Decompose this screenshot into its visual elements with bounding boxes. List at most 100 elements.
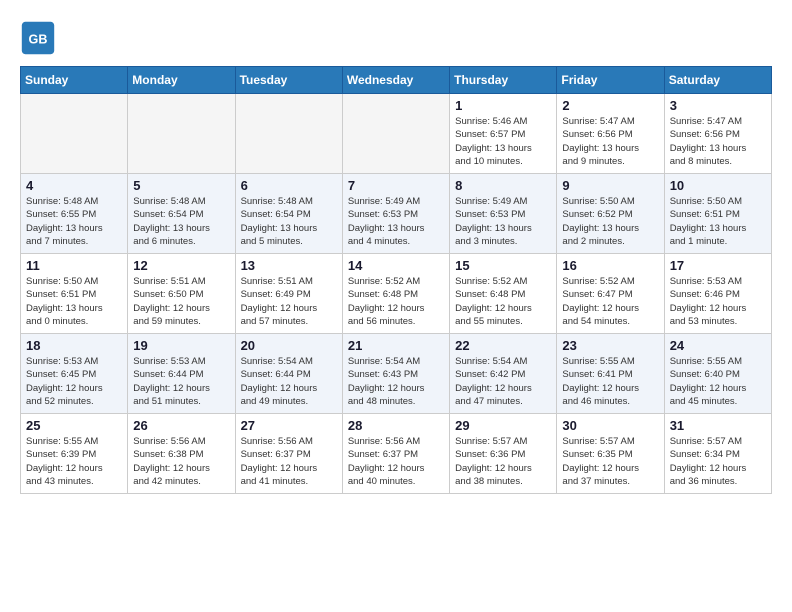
day-number: 25	[26, 418, 122, 433]
day-number: 4	[26, 178, 122, 193]
day-number: 6	[241, 178, 337, 193]
day-number: 12	[133, 258, 229, 273]
day-number: 14	[348, 258, 444, 273]
day-number: 8	[455, 178, 551, 193]
day-info: Sunrise: 5:57 AM Sunset: 6:35 PM Dayligh…	[562, 435, 658, 488]
calendar-week-row: 11 Sunrise: 5:50 AM Sunset: 6:51 PM Dayli…	[21, 254, 772, 334]
day-number: 26	[133, 418, 229, 433]
calendar-cell: 31 Sunrise: 5:57 AM Sunset: 6:34 PM Dayli…	[664, 414, 771, 494]
day-number: 24	[670, 338, 766, 353]
calendar-cell: 24 Sunrise: 5:55 AM Sunset: 6:40 PM Dayli…	[664, 334, 771, 414]
calendar-week-row: 1 Sunrise: 5:46 AM Sunset: 6:57 PM Daylig…	[21, 94, 772, 174]
day-info: Sunrise: 5:50 AM Sunset: 6:52 PM Dayligh…	[562, 195, 658, 248]
page-header: GB	[20, 20, 772, 56]
day-info: Sunrise: 5:50 AM Sunset: 6:51 PM Dayligh…	[670, 195, 766, 248]
calendar-cell: 14 Sunrise: 5:52 AM Sunset: 6:48 PM Dayli…	[342, 254, 449, 334]
day-number: 28	[348, 418, 444, 433]
day-info: Sunrise: 5:52 AM Sunset: 6:48 PM Dayligh…	[348, 275, 444, 328]
day-number: 1	[455, 98, 551, 113]
weekday-header-thursday: Thursday	[450, 67, 557, 94]
calendar-cell: 12 Sunrise: 5:51 AM Sunset: 6:50 PM Dayli…	[128, 254, 235, 334]
day-number: 30	[562, 418, 658, 433]
weekday-header-wednesday: Wednesday	[342, 67, 449, 94]
day-info: Sunrise: 5:46 AM Sunset: 6:57 PM Dayligh…	[455, 115, 551, 168]
calendar-cell: 6 Sunrise: 5:48 AM Sunset: 6:54 PM Daylig…	[235, 174, 342, 254]
day-info: Sunrise: 5:54 AM Sunset: 6:43 PM Dayligh…	[348, 355, 444, 408]
logo-icon: GB	[20, 20, 56, 56]
day-number: 2	[562, 98, 658, 113]
calendar-cell: 27 Sunrise: 5:56 AM Sunset: 6:37 PM Dayli…	[235, 414, 342, 494]
day-number: 27	[241, 418, 337, 433]
day-number: 15	[455, 258, 551, 273]
calendar-cell: 10Sunrise: 5:50 AM Sunset: 6:51 PM Dayli…	[664, 174, 771, 254]
calendar-cell: 20 Sunrise: 5:54 AM Sunset: 6:44 PM Dayli…	[235, 334, 342, 414]
day-info: Sunrise: 5:48 AM Sunset: 6:55 PM Dayligh…	[26, 195, 122, 248]
day-number: 16	[562, 258, 658, 273]
day-info: Sunrise: 5:56 AM Sunset: 6:37 PM Dayligh…	[241, 435, 337, 488]
day-number: 31	[670, 418, 766, 433]
day-number: 19	[133, 338, 229, 353]
day-info: Sunrise: 5:51 AM Sunset: 6:49 PM Dayligh…	[241, 275, 337, 328]
day-info: Sunrise: 5:47 AM Sunset: 6:56 PM Dayligh…	[670, 115, 766, 168]
day-info: Sunrise: 5:49 AM Sunset: 6:53 PM Dayligh…	[455, 195, 551, 248]
weekday-header-monday: Monday	[128, 67, 235, 94]
calendar-cell: 17 Sunrise: 5:53 AM Sunset: 6:46 PM Dayli…	[664, 254, 771, 334]
day-info: Sunrise: 5:53 AM Sunset: 6:46 PM Dayligh…	[670, 275, 766, 328]
calendar-cell	[235, 94, 342, 174]
day-number: 11	[26, 258, 122, 273]
calendar-cell: 23Sunrise: 5:55 AM Sunset: 6:41 PM Dayli…	[557, 334, 664, 414]
day-info: Sunrise: 5:56 AM Sunset: 6:38 PM Dayligh…	[133, 435, 229, 488]
day-info: Sunrise: 5:49 AM Sunset: 6:53 PM Dayligh…	[348, 195, 444, 248]
calendar-cell: 9Sunrise: 5:50 AM Sunset: 6:52 PM Daylig…	[557, 174, 664, 254]
day-info: Sunrise: 5:57 AM Sunset: 6:34 PM Dayligh…	[670, 435, 766, 488]
day-info: Sunrise: 5:56 AM Sunset: 6:37 PM Dayligh…	[348, 435, 444, 488]
calendar-cell: 7Sunrise: 5:49 AM Sunset: 6:53 PM Daylig…	[342, 174, 449, 254]
calendar-cell: 5 Sunrise: 5:48 AM Sunset: 6:54 PM Daylig…	[128, 174, 235, 254]
calendar-week-row: 25 Sunrise: 5:55 AM Sunset: 6:39 PM Dayli…	[21, 414, 772, 494]
calendar-cell: 22 Sunrise: 5:54 AM Sunset: 6:42 PM Dayli…	[450, 334, 557, 414]
day-number: 20	[241, 338, 337, 353]
calendar-cell: 28 Sunrise: 5:56 AM Sunset: 6:37 PM Dayli…	[342, 414, 449, 494]
calendar-header-row: SundayMondayTuesdayWednesdayThursdayFrid…	[21, 67, 772, 94]
calendar-cell: 3 Sunrise: 5:47 AM Sunset: 6:56 PM Daylig…	[664, 94, 771, 174]
svg-text:GB: GB	[29, 32, 48, 46]
day-info: Sunrise: 5:52 AM Sunset: 6:47 PM Dayligh…	[562, 275, 658, 328]
day-number: 5	[133, 178, 229, 193]
calendar-cell: 8 Sunrise: 5:49 AM Sunset: 6:53 PM Daylig…	[450, 174, 557, 254]
calendar-cell	[21, 94, 128, 174]
day-info: Sunrise: 5:57 AM Sunset: 6:36 PM Dayligh…	[455, 435, 551, 488]
day-info: Sunrise: 5:51 AM Sunset: 6:50 PM Dayligh…	[133, 275, 229, 328]
day-number: 29	[455, 418, 551, 433]
day-info: Sunrise: 5:54 AM Sunset: 6:42 PM Dayligh…	[455, 355, 551, 408]
calendar-cell: 16 Sunrise: 5:52 AM Sunset: 6:47 PM Dayli…	[557, 254, 664, 334]
day-info: Sunrise: 5:48 AM Sunset: 6:54 PM Dayligh…	[241, 195, 337, 248]
calendar-cell: 18Sunrise: 5:53 AM Sunset: 6:45 PM Dayli…	[21, 334, 128, 414]
day-info: Sunrise: 5:53 AM Sunset: 6:44 PM Dayligh…	[133, 355, 229, 408]
calendar-cell: 19 Sunrise: 5:53 AM Sunset: 6:44 PM Dayli…	[128, 334, 235, 414]
day-info: Sunrise: 5:55 AM Sunset: 6:40 PM Dayligh…	[670, 355, 766, 408]
day-number: 3	[670, 98, 766, 113]
calendar-cell: 2 Sunrise: 5:47 AM Sunset: 6:56 PM Daylig…	[557, 94, 664, 174]
calendar-cell: 29 Sunrise: 5:57 AM Sunset: 6:36 PM Dayli…	[450, 414, 557, 494]
calendar-cell: 15Sunrise: 5:52 AM Sunset: 6:48 PM Dayli…	[450, 254, 557, 334]
day-info: Sunrise: 5:54 AM Sunset: 6:44 PM Dayligh…	[241, 355, 337, 408]
day-info: Sunrise: 5:55 AM Sunset: 6:39 PM Dayligh…	[26, 435, 122, 488]
day-info: Sunrise: 5:47 AM Sunset: 6:56 PM Dayligh…	[562, 115, 658, 168]
logo: GB	[20, 20, 62, 56]
day-number: 18	[26, 338, 122, 353]
day-info: Sunrise: 5:48 AM Sunset: 6:54 PM Dayligh…	[133, 195, 229, 248]
calendar-week-row: 18Sunrise: 5:53 AM Sunset: 6:45 PM Dayli…	[21, 334, 772, 414]
calendar-cell: 4 Sunrise: 5:48 AM Sunset: 6:55 PM Daylig…	[21, 174, 128, 254]
day-number: 17	[670, 258, 766, 273]
weekday-header-tuesday: Tuesday	[235, 67, 342, 94]
day-info: Sunrise: 5:55 AM Sunset: 6:41 PM Dayligh…	[562, 355, 658, 408]
calendar-table: SundayMondayTuesdayWednesdayThursdayFrid…	[20, 66, 772, 494]
day-info: Sunrise: 5:50 AM Sunset: 6:51 PM Dayligh…	[26, 275, 122, 328]
calendar-cell	[342, 94, 449, 174]
calendar-cell	[128, 94, 235, 174]
day-number: 13	[241, 258, 337, 273]
weekday-header-saturday: Saturday	[664, 67, 771, 94]
day-number: 22	[455, 338, 551, 353]
weekday-header-friday: Friday	[557, 67, 664, 94]
calendar-cell: 26 Sunrise: 5:56 AM Sunset: 6:38 PM Dayli…	[128, 414, 235, 494]
